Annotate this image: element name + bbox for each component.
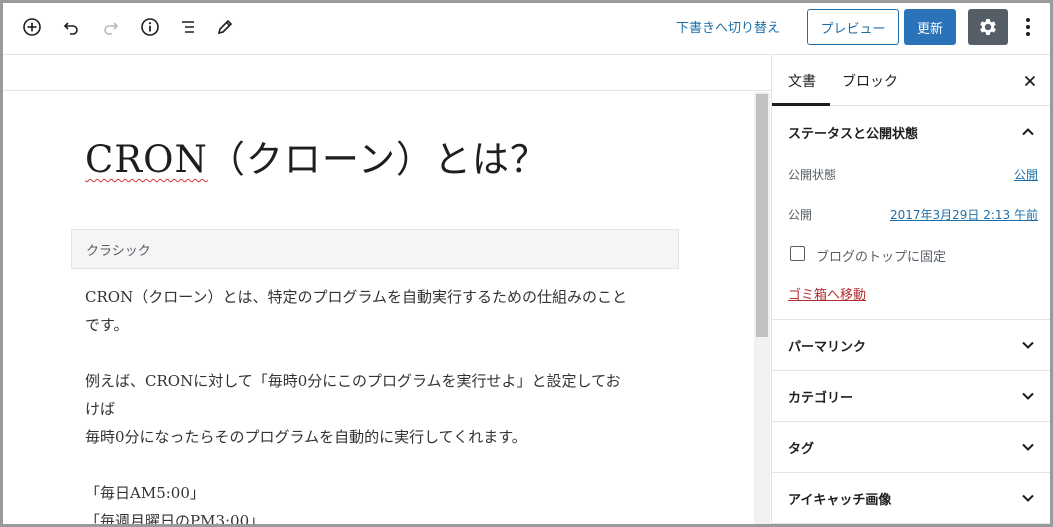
settings-button[interactable]: [968, 9, 1008, 45]
classic-block-content[interactable]: CRON（クローン）とは、特定のプログラムを自動実行するための仕組みのこと です…: [85, 283, 665, 527]
update-button[interactable]: 更新: [904, 9, 956, 45]
chevron-up-icon: [1022, 128, 1034, 136]
editor-scrollbar[interactable]: [754, 92, 770, 524]
info-icon[interactable]: [136, 13, 164, 41]
post-title-rest: （クローン）とは？: [207, 138, 549, 181]
edit-tools-icon[interactable]: [211, 13, 239, 41]
tab-document[interactable]: 文書: [772, 55, 830, 106]
panel-tags[interactable]: タグ: [772, 422, 1050, 472]
content-line: CRON（クローン）とは、特定のプログラムを自動実行するための仕組みのこと: [85, 288, 627, 306]
editor-canvas: CRON（クローン）とは？ クラシック CRON（クローン）とは、特定のプログラ…: [3, 55, 771, 527]
panel-featured-image[interactable]: アイキャッチ画像: [772, 473, 1050, 523]
panel-title: カテゴリー: [788, 390, 854, 406]
content-line: 「毎週月曜日のPM3:00」: [85, 512, 265, 527]
move-to-trash-link[interactable]: ゴミ箱へ移動: [788, 284, 866, 303]
gear-icon: [980, 19, 996, 35]
chevron-down-icon: [1022, 443, 1034, 451]
undo-icon[interactable]: [57, 13, 85, 41]
preview-button[interactable]: プレビュー: [807, 9, 899, 45]
close-sidebar-button[interactable]: [1020, 71, 1040, 91]
editor-window: 下書きへ切り替え プレビュー 更新 CRON（クローン）とは？ クラシック CR…: [0, 0, 1053, 527]
content-line: です。: [85, 316, 129, 334]
sticky-checkbox[interactable]: [790, 246, 805, 261]
post-title[interactable]: CRON（クローン）とは？: [85, 129, 548, 183]
settings-sidebar: 文書 ブロック ステータスと公開状態 公開状態 公開 公開 2017年3月29日…: [771, 55, 1050, 524]
scrollbar-thumb[interactable]: [756, 94, 768, 337]
classic-block-toolbar[interactable]: クラシック: [71, 229, 679, 269]
close-icon: [1024, 75, 1036, 87]
divider: [772, 523, 1050, 524]
tab-block[interactable]: ブロック: [842, 55, 898, 106]
content-line: 例えば、CRONに対して「毎時0分にこのプログラムを実行せよ」と設定してお: [85, 372, 621, 390]
content-line: 毎時0分になったらそのプログラムを自動的に実行してくれます。: [85, 428, 527, 446]
chevron-down-icon: [1022, 494, 1034, 502]
panel-categories[interactable]: カテゴリー: [772, 371, 1050, 421]
chevron-down-icon: [1022, 392, 1034, 400]
outline-icon[interactable]: [174, 13, 202, 41]
switch-to-draft-link[interactable]: 下書きへ切り替え: [676, 17, 780, 36]
panel-title: パーマリンク: [788, 339, 867, 355]
post-title-word: CRON: [85, 138, 208, 181]
visibility-toggle[interactable]: 公開: [1014, 166, 1038, 183]
visibility-label: 公開状態: [788, 168, 837, 182]
panel-permalink[interactable]: パーマリンク: [772, 320, 1050, 370]
sidebar-tabs: 文書 ブロック: [772, 55, 1050, 106]
more-vertical-icon: [1026, 18, 1030, 36]
panel-status-visibility[interactable]: ステータスと公開状態: [772, 107, 1050, 157]
publish-date-toggle[interactable]: 2017年3月29日 2:13 午前: [890, 206, 1038, 223]
panel-title: タグ: [788, 441, 815, 457]
more-options-button[interactable]: [1016, 13, 1040, 41]
panel-title: ステータスと公開状態: [788, 126, 919, 142]
redo-icon: [97, 13, 125, 41]
editor-notice-bar: [3, 55, 771, 91]
content-line: 「毎日AM5:00」: [85, 484, 205, 502]
sticky-label[interactable]: ブログのトップに固定: [816, 246, 946, 265]
top-toolbar: 下書きへ切り替え プレビュー 更新: [3, 3, 1050, 55]
chevron-down-icon: [1022, 341, 1034, 349]
panel-title: アイキャッチ画像: [788, 492, 892, 508]
publish-label: 公開: [788, 208, 813, 222]
content-line: けば: [85, 400, 116, 418]
add-block-icon[interactable]: [18, 13, 46, 41]
